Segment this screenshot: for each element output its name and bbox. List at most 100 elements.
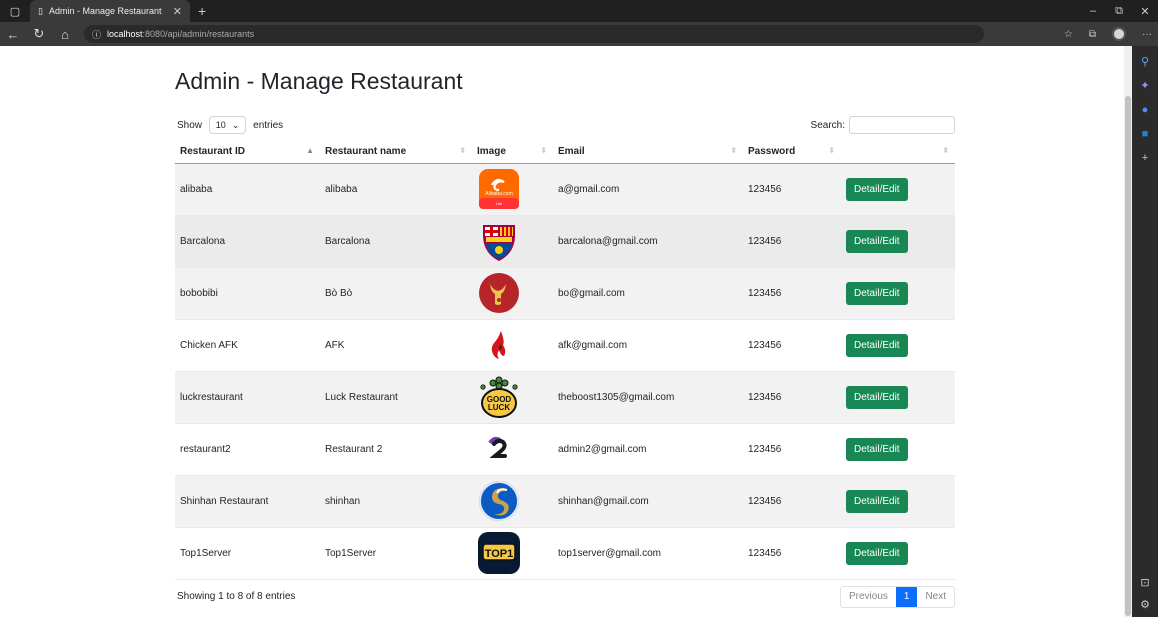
table-row: alibaba alibaba Alibaba.com Lite a@gmail.com… (175, 163, 955, 216)
restaurant-id-cell: bobobibi (175, 267, 320, 320)
tab-actions-icon[interactable]: ▢ (0, 0, 30, 22)
bull-logo-icon (477, 271, 521, 315)
new-tab-icon[interactable]: + (190, 0, 214, 22)
password-cell: 123456 (743, 371, 841, 424)
alibaba-logo-icon: Alibaba.com Lite (477, 167, 521, 211)
good-luck-logo-icon: GOOD LUCK (477, 375, 521, 419)
restore-icon[interactable]: ⧉ (1106, 5, 1132, 18)
previous-button[interactable]: Previous (841, 587, 896, 607)
refresh-icon[interactable]: ↻ (32, 26, 46, 42)
table-controls: Show 10 ⌄ entries Search: (175, 115, 955, 135)
image-cell (472, 423, 553, 476)
edge-sidebar: ⚲ ✦ ● ■ + ⊡ ⚙ (1132, 46, 1158, 617)
page-1-button[interactable]: 1 (895, 586, 918, 607)
header-actions[interactable]: ⬍ (841, 141, 955, 164)
tab-title: Admin - Manage Restaurant (48, 6, 162, 16)
outlook-icon[interactable]: ■ (1142, 128, 1149, 140)
action-cell: Detail/Edit (841, 371, 955, 424)
restaurant-id-cell: Chicken AFK (175, 319, 320, 372)
sort-asc-icon: ▲ (306, 146, 314, 155)
restaurant-id-cell: Barcalona (175, 215, 320, 268)
address-bar: ← ↻ ⌂ ⓘ localhost:8080/api/admin/restaur… (0, 22, 1158, 46)
games-icon[interactable]: ● (1142, 104, 1149, 116)
table-row: restaurant2 Restaurant 2 admin2@gmail.com 1… (175, 423, 955, 476)
sort-icon: ⬍ (828, 146, 835, 155)
next-button[interactable]: Next (917, 587, 954, 607)
action-cell: Detail/Edit (841, 527, 955, 580)
entries-value: 10 (215, 120, 226, 130)
browser-toolbar: ☆ ⧉ ··· (1064, 27, 1152, 41)
split-screen-icon[interactable]: ⊡ (1140, 577, 1149, 589)
window-controls: – ⧉ ✕ (1080, 0, 1158, 22)
close-tab-icon[interactable]: ✕ (173, 5, 182, 18)
table-footer: Showing 1 to 8 of 8 entries Previous 1 N… (175, 585, 955, 608)
sort-icon: ⬍ (730, 146, 737, 155)
sort-icon: ⬍ (540, 146, 547, 155)
settings-icon[interactable]: ⚙ (1140, 599, 1150, 611)
header-email[interactable]: Email ⬍ (553, 141, 743, 164)
header-image[interactable]: Image ⬍ (472, 141, 553, 164)
image-cell: TOP1 (472, 527, 553, 580)
detail-edit-button[interactable]: Detail/Edit (846, 333, 908, 357)
email-cell: admin2@gmail.com (553, 423, 743, 476)
entries-select[interactable]: 10 ⌄ (208, 116, 247, 134)
browser-tab[interactable]: ▯ Admin - Manage Restaurant ✕ (30, 0, 190, 22)
more-menu-icon[interactable]: ··· (1142, 29, 1152, 40)
url-path: :8080/api/admin/restaurants (142, 29, 255, 39)
close-window-icon[interactable]: ✕ (1132, 5, 1158, 18)
detail-edit-button[interactable]: Detail/Edit (846, 437, 908, 461)
search-label: Search: (810, 119, 845, 131)
collections-icon[interactable]: ⧉ (1089, 29, 1096, 40)
profile-avatar[interactable] (1112, 27, 1126, 41)
restaurant-id-cell: Shinhan Restaurant (175, 475, 320, 528)
url-field[interactable]: ⓘ localhost:8080/api/admin/restaurants (84, 25, 984, 43)
email-cell: bo@gmail.com (553, 267, 743, 320)
sparkle-icon[interactable]: ✦ (1140, 80, 1149, 92)
page-scrollbar[interactable] (1124, 46, 1132, 617)
back-icon[interactable]: ← (6, 27, 20, 42)
home-icon[interactable]: ⌂ (58, 27, 72, 42)
header-restaurant-name[interactable]: Restaurant name ⬍ (320, 141, 472, 164)
image-cell (472, 475, 553, 528)
password-cell: 123456 (743, 475, 841, 528)
password-cell: 123456 (743, 319, 841, 372)
table-row: bobobibi Bò Bò bo@gmail.com 123456 Detail/Ed… (175, 267, 955, 320)
email-cell: shinhan@gmail.com (553, 475, 743, 528)
image-cell (472, 215, 553, 268)
image-cell (472, 267, 553, 320)
action-cell: Detail/Edit (841, 215, 955, 268)
detail-edit-button[interactable]: Detail/Edit (846, 489, 908, 513)
detail-edit-button[interactable]: Detail/Edit (846, 177, 908, 201)
pagination: Previous 1 Next (839, 585, 955, 608)
number-2-logo-icon (477, 427, 521, 471)
restaurant-name-cell: Luck Restaurant (320, 371, 472, 424)
svg-text:LUCK: LUCK (488, 403, 510, 412)
shinhan-logo-icon (477, 479, 521, 523)
password-cell: 123456 (743, 423, 841, 476)
minimize-icon[interactable]: – (1080, 5, 1106, 17)
password-cell: 123456 (743, 163, 841, 216)
add-sidebar-icon[interactable]: + (1142, 152, 1148, 164)
detail-edit-button[interactable]: Detail/Edit (846, 541, 908, 565)
header-password[interactable]: Password ⬍ (743, 141, 841, 164)
image-cell: Alibaba.com Lite (472, 163, 553, 216)
table-row: Chicken AFK AFK afk@gmail.com 123456 Detail/… (175, 319, 955, 372)
svg-text:Lite: Lite (496, 201, 503, 206)
scroll-thumb[interactable] (1125, 96, 1131, 616)
detail-edit-button[interactable]: Detail/Edit (846, 281, 908, 305)
header-restaurant-id[interactable]: Restaurant ID ▲ (175, 141, 320, 164)
detail-edit-button[interactable]: Detail/Edit (846, 229, 908, 253)
info-icon[interactable]: ⓘ (92, 28, 101, 41)
search-input[interactable] (849, 116, 955, 134)
table-search: Search: (811, 116, 955, 134)
svg-text:Alibaba.com: Alibaba.com (485, 191, 513, 197)
password-cell: 123456 (743, 267, 841, 320)
password-cell: 123456 (743, 527, 841, 580)
detail-edit-button[interactable]: Detail/Edit (846, 385, 908, 409)
table-row: Barcalona Barcalona barcalona@gmail.com 123… (175, 215, 955, 268)
search-icon[interactable]: ⚲ (1141, 56, 1149, 68)
favorite-icon[interactable]: ☆ (1064, 29, 1073, 40)
svg-text:TOP1: TOP1 (485, 548, 514, 560)
table-row: luckrestaurant Luck Restaurant GOOD LUCK the… (175, 371, 955, 424)
table-header-row: Restaurant ID ▲ Restaurant name ⬍ Image ⬍ E… (175, 141, 955, 164)
